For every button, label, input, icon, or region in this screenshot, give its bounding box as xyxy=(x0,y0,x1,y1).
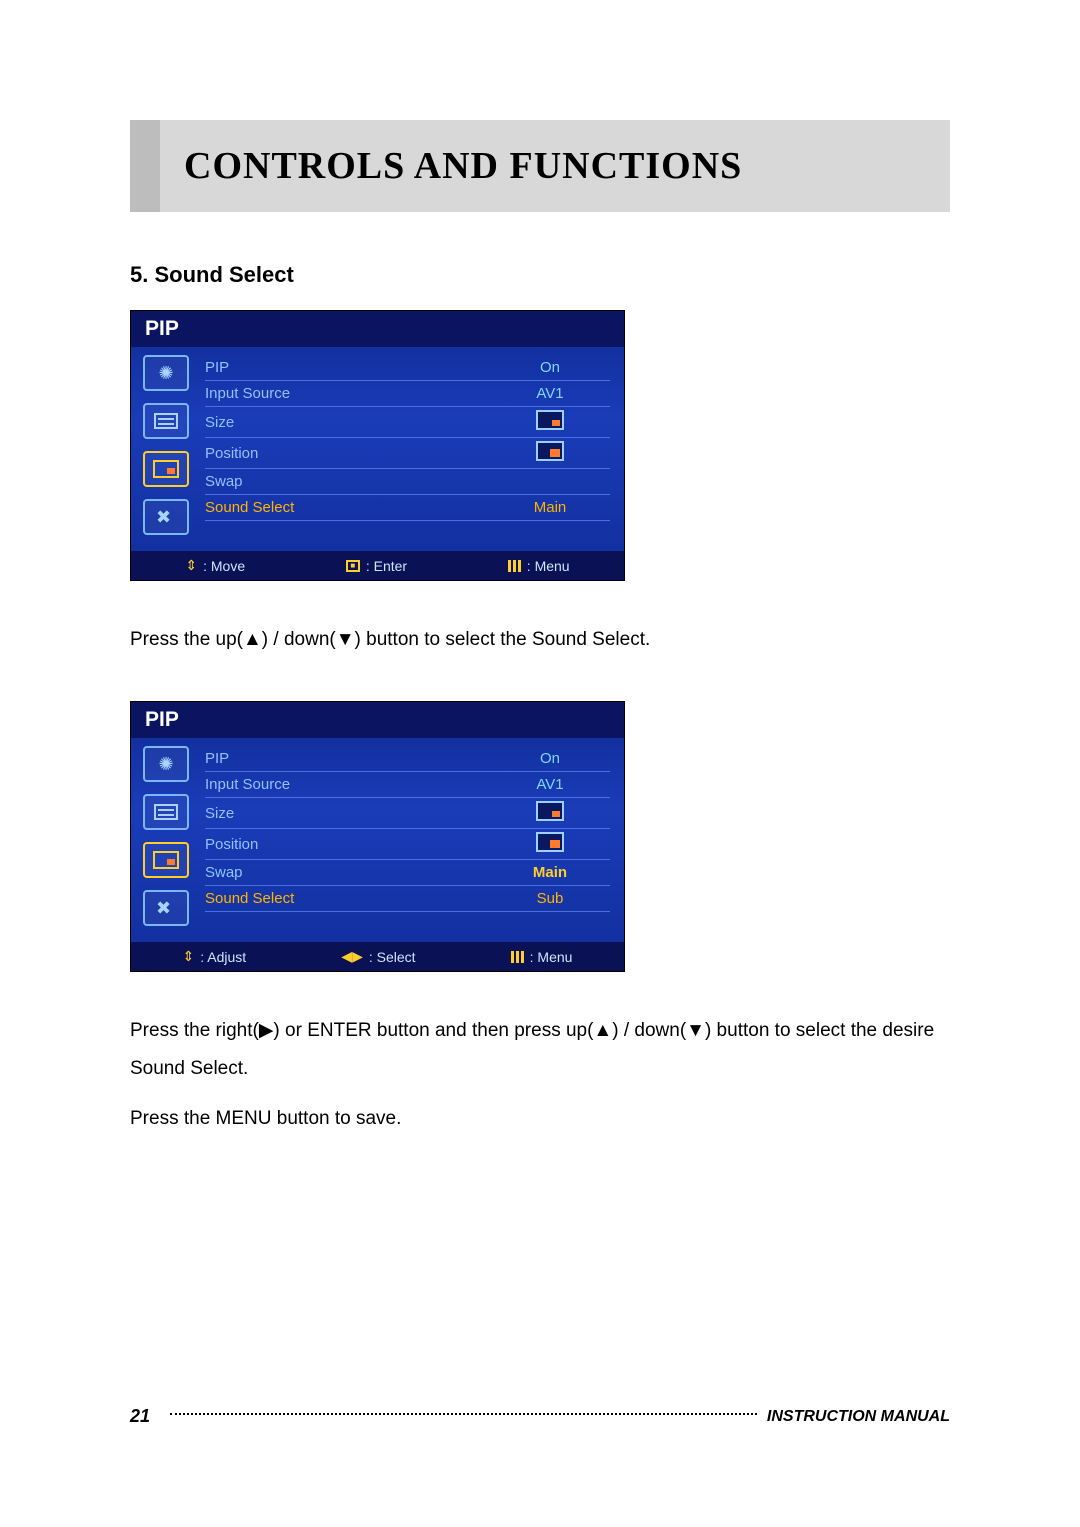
osd-row-value xyxy=(490,441,610,465)
osd-body: PIP On Input Source AV1 Size Position Swap Main… xyxy=(131,738,624,942)
osd-title: PIP xyxy=(131,702,624,738)
osd-row[interactable]: Position xyxy=(205,438,610,469)
osd-menu-2: PIP PIP On Input Source AV1 Size Position Swap… xyxy=(130,701,625,972)
hint-label: : Menu xyxy=(527,558,570,574)
hint-label: : Enter xyxy=(366,558,407,574)
osd-row-value: Sub xyxy=(490,890,610,907)
osd-row-label: PIP xyxy=(205,359,229,376)
gear-icon[interactable] xyxy=(143,746,189,782)
hint-adjust: ⇕ : Adjust xyxy=(183,948,247,965)
osd-row-value: AV1 xyxy=(490,776,610,793)
pip-icon[interactable] xyxy=(143,842,189,878)
osd-row-value xyxy=(490,801,610,825)
hint-move: ⇕ : Move xyxy=(185,557,245,574)
menu-icon xyxy=(511,951,524,963)
menu-icon xyxy=(508,560,521,572)
osd-row-value: On xyxy=(490,359,610,376)
osd-hints: ⇕ : Move ■ : Enter : Menu xyxy=(131,551,624,580)
pip-size-icon xyxy=(536,441,564,461)
osd-row-label: Size xyxy=(205,414,234,431)
page-footer: 21 INSTRUCTION MANUAL xyxy=(130,1406,950,1427)
osd-row[interactable]: Sound Select Sub xyxy=(205,886,610,912)
title-banner: CONTROLS AND FUNCTIONS xyxy=(130,120,950,212)
enter-icon: ■ xyxy=(346,560,360,572)
osd-row-label: Size xyxy=(205,805,234,822)
tools-icon[interactable] xyxy=(143,890,189,926)
list-icon[interactable] xyxy=(143,794,189,830)
osd-row[interactable]: Position xyxy=(205,829,610,860)
osd-row-label: Swap xyxy=(205,864,243,881)
osd-row[interactable]: PIP On xyxy=(205,746,610,772)
gear-icon[interactable] xyxy=(143,355,189,391)
section-heading: 5. Sound Select xyxy=(130,262,950,288)
osd-row-value xyxy=(490,410,610,434)
pip-icon[interactable] xyxy=(143,451,189,487)
osd-row[interactable]: Sound Select Main xyxy=(205,495,610,521)
osd-row[interactable]: PIP On xyxy=(205,355,610,381)
osd-rows: PIP On Input Source AV1 Size Position Swap Soun… xyxy=(201,347,624,551)
footer-dots xyxy=(170,1413,757,1415)
osd-row-value xyxy=(490,832,610,856)
osd-title: PIP xyxy=(131,311,624,347)
osd-row-label: Swap xyxy=(205,473,243,490)
osd-row-value: Main xyxy=(490,864,610,881)
osd-row-label: Sound Select xyxy=(205,890,294,907)
hint-select: ◀▶ : Select xyxy=(341,948,415,965)
osd-row-value: On xyxy=(490,750,610,767)
osd-row-label: Position xyxy=(205,445,258,462)
footer-label: INSTRUCTION MANUAL xyxy=(767,1408,950,1426)
osd-row[interactable]: Input Source AV1 xyxy=(205,772,610,798)
osd-row[interactable]: Size xyxy=(205,407,610,438)
osd-body: PIP On Input Source AV1 Size Position Swap Soun… xyxy=(131,347,624,551)
osd-menu-1: PIP PIP On Input Source AV1 Size Position Swap… xyxy=(130,310,625,581)
osd-row[interactable]: Input Source AV1 xyxy=(205,381,610,407)
hint-enter: ■ : Enter xyxy=(346,558,407,574)
osd-row-label: Input Source xyxy=(205,776,290,793)
osd-row-value: AV1 xyxy=(490,385,610,402)
osd-row[interactable]: Swap Main xyxy=(205,860,610,886)
leftright-icon: ◀▶ xyxy=(341,948,363,965)
hint-label: : Menu xyxy=(530,949,573,965)
osd-row-value: Main xyxy=(490,499,610,516)
osd-row-label: PIP xyxy=(205,750,229,767)
instruction-text-2: Press the right(▶) or ENTER button and t… xyxy=(130,1012,950,1088)
hint-menu: : Menu xyxy=(508,558,570,574)
page-number: 21 xyxy=(130,1406,150,1427)
osd-row-label: Position xyxy=(205,836,258,853)
osd-row-label: Input Source xyxy=(205,385,290,402)
pip-size-icon xyxy=(536,801,564,821)
osd-row-label: Sound Select xyxy=(205,499,294,516)
osd-row[interactable]: Size xyxy=(205,798,610,829)
osd-hints: ⇕ : Adjust ◀▶ : Select : Menu xyxy=(131,942,624,971)
list-icon[interactable] xyxy=(143,403,189,439)
osd-rows: PIP On Input Source AV1 Size Position Swap Main… xyxy=(201,738,624,942)
instruction-text-1: Press the up(▲) / down(▼) button to sele… xyxy=(130,621,950,659)
hint-label: : Move xyxy=(203,558,245,574)
pip-size-icon xyxy=(536,410,564,430)
osd-category-icons xyxy=(131,347,201,551)
hint-label: : Select xyxy=(369,949,416,965)
updown-icon: ⇕ xyxy=(185,557,197,574)
hint-menu: : Menu xyxy=(511,949,573,965)
updown-icon: ⇕ xyxy=(183,948,195,965)
osd-row[interactable]: Swap xyxy=(205,469,610,495)
hint-label: : Adjust xyxy=(200,949,246,965)
osd-category-icons xyxy=(131,738,201,942)
pip-size-icon xyxy=(536,832,564,852)
instruction-text-3: Press the MENU button to save. xyxy=(130,1100,950,1138)
page-title: CONTROLS AND FUNCTIONS xyxy=(184,144,926,188)
tools-icon[interactable] xyxy=(143,499,189,535)
